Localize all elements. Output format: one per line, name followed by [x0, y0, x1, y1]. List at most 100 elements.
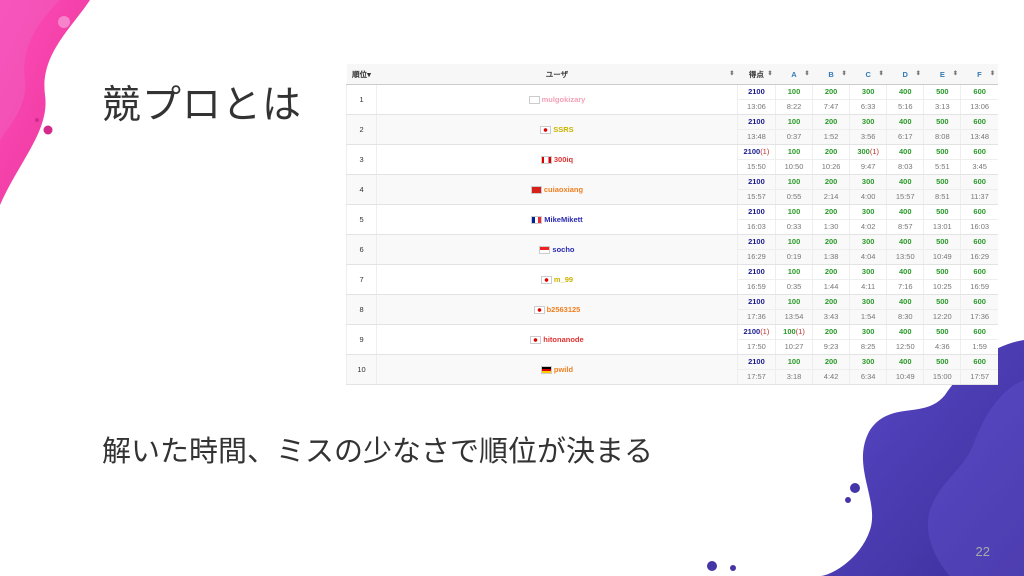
problem-points: 100	[787, 177, 801, 186]
problem-points: 200	[824, 327, 838, 336]
problem-time: 0:19	[775, 249, 813, 264]
problem-points: 300	[861, 327, 875, 336]
problem-time: 0:55	[775, 189, 813, 204]
jp-flag-icon	[540, 276, 552, 284]
problem-time: 13:50	[887, 249, 924, 264]
header-problem-f[interactable]: F ⬍	[960, 64, 998, 85]
problem-time: 1:44	[813, 279, 850, 294]
problem-points: 400	[898, 267, 912, 276]
problem-points: 300	[861, 237, 875, 246]
slide-subtitle: 解いた時間、ミスの少なさで順位が決まる	[102, 434, 654, 468]
cn-flag-icon	[530, 186, 542, 194]
problem-time: 8:30	[887, 309, 924, 324]
user-link[interactable]: mulgokizary	[542, 95, 586, 104]
problem-points: 600	[973, 267, 986, 276]
user-cell: mulgokizary	[376, 84, 738, 115]
problem-points: 500	[936, 147, 949, 156]
sort-icon: ⬍	[804, 71, 810, 77]
problem-cell: 300 1:54	[849, 294, 887, 325]
problem-cell: 200 1:38	[812, 234, 850, 265]
rank-cell: 4	[345, 174, 377, 205]
problem-time: 9:23	[813, 339, 850, 354]
de-flag-icon	[540, 366, 552, 374]
score-cell: 2100 16:29	[736, 234, 776, 265]
problem-points: 300	[861, 267, 875, 276]
user-cell: MikeMikett	[376, 204, 738, 235]
problem-time: 10:49	[887, 369, 924, 384]
user-link[interactable]: b2563125	[547, 305, 581, 314]
problem-time: 7:47	[813, 99, 850, 114]
sort-icon: ⬍	[878, 71, 884, 77]
problem-time: 10:49	[924, 249, 961, 264]
problem-time: 1:54	[850, 309, 887, 324]
user-link[interactable]: m_99	[554, 275, 573, 284]
rank-cell: 2	[345, 114, 377, 145]
problem-time: 8:22	[775, 99, 813, 114]
user-link[interactable]: cuiaoxiang	[544, 185, 583, 194]
table-row: 10 pwild 2100 17:57 100 3:18 200 4:42 300 6:34 400…	[345, 354, 998, 385]
problem-cell: 400 8:57	[886, 204, 924, 235]
problem-points: 200	[824, 117, 838, 126]
problem-time: 5:51	[924, 159, 961, 174]
table-row: 1 mulgokizary 2100 13:06 100 8:22 200 7:47 300 6:…	[345, 84, 998, 115]
problem-time: 13:01	[924, 219, 961, 234]
problem-cell: 400 8:03	[886, 144, 924, 175]
header-score[interactable]: 得点 ⬍	[737, 64, 776, 85]
problem-cell: 100 0:55	[774, 174, 813, 205]
problem-points: 200	[824, 267, 838, 276]
problem-points: 200	[824, 237, 838, 246]
problem-cell: 200 9:23	[812, 324, 850, 355]
score-time: 13:06	[737, 99, 775, 114]
header-rank[interactable]: 順位▾	[346, 64, 377, 85]
problem-cell: 100 0:35	[774, 264, 813, 295]
problem-points: 200	[824, 147, 838, 156]
user-link[interactable]: 300iq	[554, 155, 573, 164]
problem-time: 13:06	[961, 99, 998, 114]
user-link[interactable]: pwild	[554, 365, 573, 374]
score-time: 13:48	[737, 129, 775, 144]
problem-time: 3:13	[924, 99, 961, 114]
sort-icon: ⬍	[989, 71, 995, 77]
problem-time: 4:04	[850, 249, 887, 264]
problem-points: 400	[898, 327, 912, 336]
header-problem-b[interactable]: B ⬍	[812, 64, 850, 85]
user-cell: cuiaoxiang	[376, 174, 738, 205]
sg-flag-icon	[539, 246, 551, 254]
problem-time: 10:25	[924, 279, 961, 294]
score-cell: 2100 13:06	[736, 84, 776, 115]
rank-cell: 7	[345, 264, 377, 295]
header-problem-e[interactable]: E ⬍	[923, 64, 961, 85]
problem-points: 200	[824, 297, 838, 306]
problem-time: 5:16	[887, 99, 924, 114]
problem-points: 200	[824, 357, 838, 366]
user-link[interactable]: MikeMikett	[544, 215, 582, 224]
problem-time: 12:20	[924, 309, 961, 324]
problem-time: 16:29	[961, 249, 998, 264]
problem-time: 11:37	[961, 189, 998, 204]
score-cell: 2100 16:59	[736, 264, 776, 295]
problem-points: 400	[898, 147, 912, 156]
problem-points: 400	[898, 357, 912, 366]
header-problem-d[interactable]: D ⬍	[886, 64, 924, 85]
problem-cell: 300(1) 9:47	[849, 144, 887, 175]
score-cell: 2100 17:36	[736, 294, 776, 325]
problem-points: 600	[973, 327, 986, 336]
score-cell: 2100(1) 17:50	[736, 324, 776, 355]
problem-points: 400	[898, 237, 912, 246]
user-cell: b2563125	[376, 294, 738, 325]
header-problem-c[interactable]: C ⬍	[849, 64, 887, 85]
user-link[interactable]: hitonanode	[543, 335, 583, 344]
rank-cell: 9	[345, 324, 377, 355]
problem-cell: 100(1) 10:27	[774, 324, 813, 355]
penalty: (1)	[795, 327, 805, 336]
score-cell: 2100 13:48	[736, 114, 776, 145]
problem-cell: 100 0:33	[774, 204, 813, 235]
user-link[interactable]: socho	[552, 245, 574, 254]
header-problem-a[interactable]: A ⬍	[775, 64, 813, 85]
header-user[interactable]: ユーザ ⬍	[376, 64, 738, 85]
problem-points: 100	[787, 207, 801, 216]
problem-cell: 200 1:44	[812, 264, 850, 295]
sort-icon: ⬍	[767, 71, 773, 77]
user-link[interactable]: SSRS	[553, 125, 573, 134]
problem-time: 3:18	[775, 369, 813, 384]
